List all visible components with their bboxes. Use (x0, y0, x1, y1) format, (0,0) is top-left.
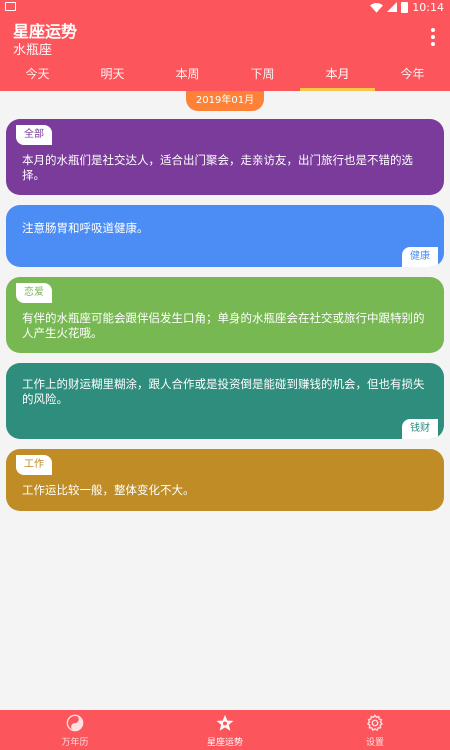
status-icons: 10:14 (370, 0, 444, 14)
tab-this-month[interactable]: 本月 (300, 64, 375, 91)
card-text: 工作运比较一般，整体变化不大。 (22, 483, 195, 497)
card-tag: 健康 (402, 247, 438, 267)
tab-this-week[interactable]: 本周 (150, 64, 225, 91)
nav-item-settings[interactable]: 设置 (300, 710, 450, 750)
card-text: 有伴的水瓶座可能会跟伴侣发生口角；单身的水瓶座会在社交或旅行中跟特别的人产生火花… (22, 311, 425, 340)
nav-label: 万年历 (61, 738, 89, 748)
card-tag: 恋爱 (16, 283, 52, 303)
fortune-card-love: 恋爱 有伴的水瓶座可能会跟伴侣发生口角；单身的水瓶座会在社交或旅行中跟特别的人产… (6, 277, 444, 353)
wifi-icon (370, 2, 384, 13)
card-text: 本月的水瓶们是社交达人，适合出门聚会，走亲访友，出门旅行也是不错的选择。 (22, 153, 413, 182)
page-subtitle: 水瓶座 (13, 43, 53, 58)
tab-next-week[interactable]: 下周 (225, 64, 300, 91)
fortune-card-wealth: 工作上的财运糊里糊涂，跟人合作或是投资倒是能碰到赚钱的机会，但也有损失的风险。 … (6, 363, 444, 439)
fortune-card-work: 工作 工作运比较一般，整体变化不大。 (6, 449, 444, 511)
app-bar: 星座运势 水瓶座 (0, 14, 450, 64)
card-text: 工作上的财运糊里糊涂，跟人合作或是投资倒是能碰到赚钱的机会，但也有损失的风险。 (22, 377, 425, 406)
date-badge: 2019年01月 (186, 91, 264, 111)
battery-icon (401, 1, 409, 13)
tab-tomorrow[interactable]: 明天 (75, 64, 150, 91)
more-options-icon[interactable] (430, 28, 436, 46)
gear-icon (366, 714, 384, 731)
bottom-nav: 万年历 星座运势 设置 (0, 710, 450, 750)
card-tag: 工作 (16, 455, 52, 475)
signal-icon (387, 2, 398, 12)
tab-today[interactable]: 今天 (0, 64, 75, 91)
status-bar: 10:14 (0, 0, 450, 14)
card-text: 注意肠胃和呼吸道健康。 (22, 221, 149, 235)
card-tag: 全部 (16, 125, 52, 145)
nav-item-calendar[interactable]: 万年历 (0, 710, 150, 750)
nav-label: 星座运势 (206, 738, 243, 748)
fortune-card-health: 注意肠胃和呼吸道健康。 健康 (6, 205, 444, 267)
fortune-card-overall: 全部 本月的水瓶们是社交达人，适合出门聚会，走亲访友，出门旅行也是不错的选择。 (6, 119, 444, 195)
card-tag: 钱财 (402, 419, 438, 439)
nav-item-horoscope[interactable]: 星座运势 (150, 710, 300, 750)
period-tabs: 今天 明天 本周 下周 本月 今年 (0, 64, 450, 91)
yin-yang-icon (66, 714, 84, 732)
tab-this-year[interactable]: 今年 (375, 64, 450, 91)
gallery-notification-icon (5, 2, 16, 11)
nav-label: 设置 (365, 738, 384, 748)
star-icon (216, 714, 234, 731)
status-time: 10:14 (412, 0, 444, 14)
